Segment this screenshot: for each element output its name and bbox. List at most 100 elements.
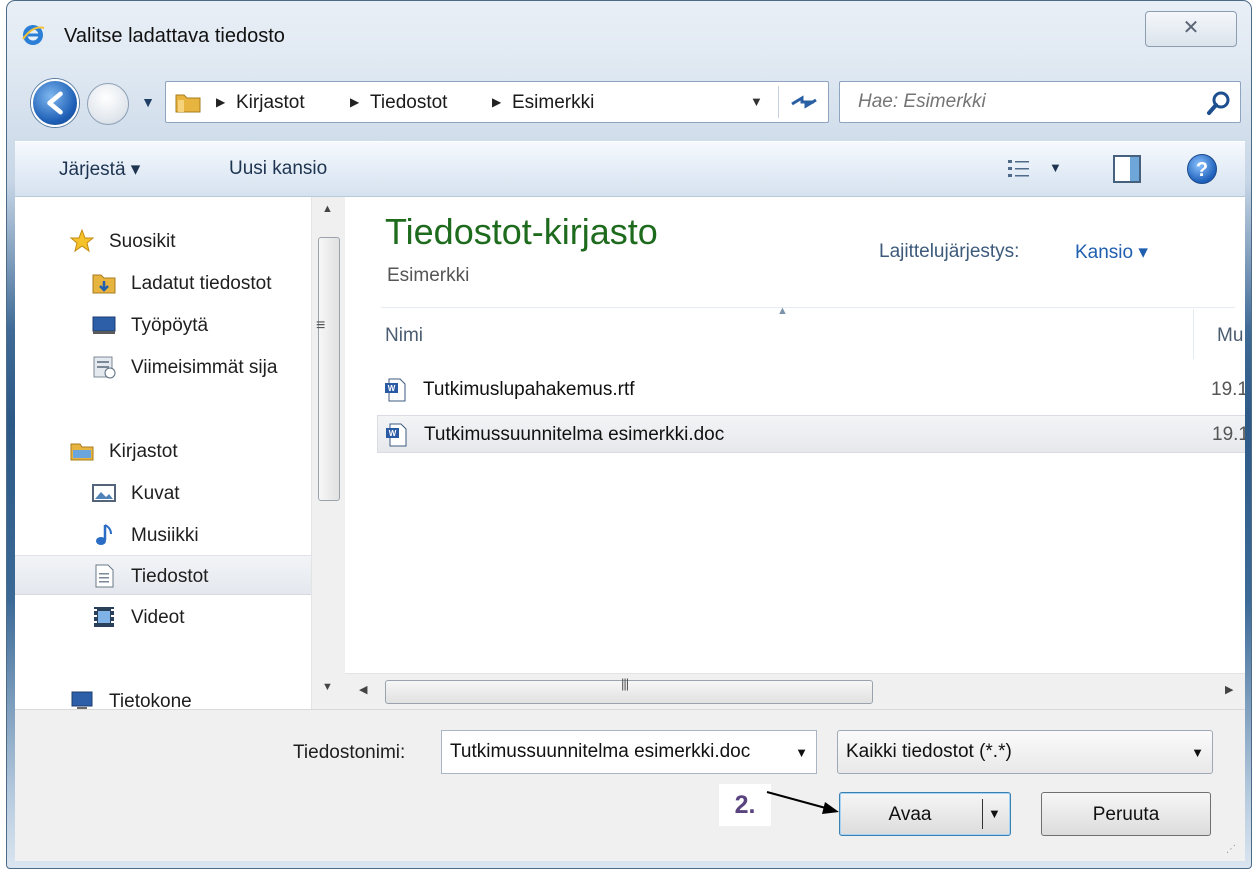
file-date: 19.1 xyxy=(1211,379,1245,400)
scrollbar-grip-icon: ||| xyxy=(621,676,629,691)
music-icon xyxy=(96,524,112,545)
downloads-folder-icon xyxy=(92,274,116,294)
file-name: Tutkimuslupahakemus.rtf xyxy=(423,379,635,400)
view-options-icon[interactable] xyxy=(1005,156,1033,182)
svg-text:W: W xyxy=(388,384,396,393)
filetype-value: Kaikki tiedostot (*.*) xyxy=(846,741,1012,762)
filetype-dropdown-icon[interactable]: ▼ xyxy=(1191,745,1204,760)
cancel-button[interactable]: Peruuta xyxy=(1041,792,1211,836)
folder-icon xyxy=(175,94,201,113)
help-icon[interactable]: ? xyxy=(1187,154,1217,184)
scrollbar-thumb[interactable] xyxy=(385,680,873,704)
file-list-horizontal-scrollbar[interactable]: ◀ ||| ▶ xyxy=(345,673,1245,709)
nav-item-label: Videot xyxy=(131,607,185,628)
open-button-label: Avaa xyxy=(888,804,932,825)
search-box[interactable] xyxy=(839,81,1241,123)
content-area: Suosikit Ladatut tiedostot Työpöytä Viim… xyxy=(15,197,1245,709)
navigation-pane: Suosikit Ladatut tiedostot Työpöytä Viim… xyxy=(15,197,311,709)
arrange-by-dropdown[interactable]: Kansio ▾ xyxy=(1075,241,1148,264)
dialog-footer: Tiedostonimi: ▼ Kaikki tiedostot (*.*) ▼… xyxy=(15,709,1245,861)
desktop-icon xyxy=(92,316,116,334)
address-dropdown-icon[interactable]: ▼ xyxy=(750,94,763,109)
breadcrumb-libraries[interactable]: Kirjastot xyxy=(236,92,305,114)
nav-item-music[interactable]: Musiikki xyxy=(15,515,311,555)
address-bar[interactable]: ▶ Kirjastot ▶ Tiedostot ▶ Esimerkki ▼ xyxy=(165,81,829,123)
nav-item-favorites[interactable]: Suosikit xyxy=(15,221,311,261)
nav-item-downloads[interactable]: Ladatut tiedostot xyxy=(15,263,311,303)
back-button[interactable] xyxy=(31,79,79,127)
nav-item-recent-places[interactable]: Viimeisimmät sija xyxy=(15,347,311,387)
breadcrumb-arrow-icon[interactable]: ▶ xyxy=(216,95,225,109)
file-name: Tutkimussuunnitelma esimerkki.doc xyxy=(424,424,725,445)
file-row[interactable]: W Tutkimuslupahakemus.rtf 19.1 xyxy=(377,371,1245,409)
library-subtitle: Esimerkki xyxy=(387,265,470,286)
breadcrumb-documents[interactable]: Tiedostot xyxy=(370,92,447,114)
nav-item-label: Suosikit xyxy=(109,231,176,252)
nav-item-videos[interactable]: Videot xyxy=(15,597,311,637)
breadcrumb-arrow-icon[interactable]: ▶ xyxy=(492,95,501,109)
command-toolbar: Järjestä ▾ Uusi kansio ▼ ? xyxy=(15,141,1245,197)
file-row-selected[interactable]: W Tutkimussuunnitelma esimerkki.doc 19.1 xyxy=(377,415,1245,453)
column-separator[interactable] xyxy=(1193,309,1194,359)
title-bar: Valitse ladattava tiedosto ✕ xyxy=(7,1,1251,77)
nav-item-label: Tiedostot xyxy=(131,566,209,587)
recent-places-icon xyxy=(93,356,116,379)
open-button[interactable]: Avaa ▼ xyxy=(839,792,1011,836)
open-options-dropdown-icon[interactable]: ▼ xyxy=(988,806,1001,821)
new-folder-button[interactable]: Uusi kansio xyxy=(229,158,327,180)
nav-item-documents[interactable]: Tiedostot xyxy=(15,555,311,595)
nav-item-libraries[interactable]: Kirjastot xyxy=(15,431,311,471)
window-title: Valitse ladattava tiedosto xyxy=(64,25,285,47)
filename-combobox[interactable]: ▼ xyxy=(441,730,817,774)
file-list-pane: Tiedostot-kirjasto Esimerkki Lajittelujä… xyxy=(345,197,1245,709)
nav-item-label: Viimeisimmät sija xyxy=(131,357,278,378)
column-header-divider xyxy=(381,307,1235,308)
address-separator xyxy=(778,86,779,118)
nav-item-label: Musiikki xyxy=(131,525,199,546)
preview-pane-icon[interactable] xyxy=(1113,155,1141,183)
scrollbar-thumb[interactable] xyxy=(318,237,340,501)
open-button-split-divider xyxy=(982,799,983,829)
nav-item-desktop[interactable]: Työpöytä xyxy=(15,305,311,345)
documents-icon xyxy=(95,564,114,588)
resize-grip-icon[interactable]: ⋰ xyxy=(1226,844,1237,855)
sort-ascending-icon: ▲ xyxy=(777,305,788,317)
nav-item-label: Ladatut tiedostot xyxy=(131,273,272,294)
videos-icon xyxy=(94,607,114,627)
breadcrumb-example[interactable]: Esimerkki xyxy=(512,92,594,114)
view-options-dropdown-icon[interactable]: ▼ xyxy=(1049,160,1062,175)
scroll-left-icon[interactable]: ◀ xyxy=(359,683,367,696)
nav-pane-scrollbar[interactable]: ▲ ≡ ▼ xyxy=(311,197,345,709)
refresh-icon[interactable] xyxy=(786,86,822,118)
step-annotation: 2. xyxy=(719,784,771,826)
column-header-date-modified[interactable]: Mu xyxy=(1217,325,1243,347)
search-icon[interactable] xyxy=(1206,90,1232,116)
scroll-up-icon[interactable]: ▲ xyxy=(322,203,333,215)
nav-item-pictures[interactable]: Kuvat xyxy=(15,473,311,513)
scrollbar-grip-icon: ≡ xyxy=(316,317,326,334)
nav-item-computer[interactable]: Tietokone xyxy=(15,681,311,709)
back-arrow-icon xyxy=(47,91,63,115)
filename-dropdown-icon[interactable]: ▼ xyxy=(795,745,808,760)
filename-input[interactable] xyxy=(450,741,770,763)
nav-item-label: Tietokone xyxy=(109,691,192,709)
recent-pages-dropdown-icon[interactable]: ▼ xyxy=(139,91,157,113)
scroll-down-icon[interactable]: ▼ xyxy=(322,681,333,693)
word-document-icon: W xyxy=(385,378,406,402)
pictures-icon xyxy=(92,484,116,502)
computer-icon xyxy=(71,691,93,709)
file-open-dialog: Valitse ladattava tiedosto ✕ ▼ ▶ Kirjast… xyxy=(6,0,1252,869)
search-input[interactable] xyxy=(858,91,1178,113)
organize-menu-button[interactable]: Järjestä ▾ xyxy=(59,158,140,181)
nav-item-label: Kuvat xyxy=(131,483,180,504)
file-date: 19.1 xyxy=(1212,424,1245,445)
cancel-button-label: Peruuta xyxy=(1092,804,1160,825)
forward-button[interactable] xyxy=(87,83,129,125)
close-button[interactable]: ✕ xyxy=(1145,11,1237,47)
library-title: Tiedostot-kirjasto xyxy=(385,211,658,252)
column-header-name[interactable]: Nimi xyxy=(385,325,423,347)
breadcrumb-arrow-icon[interactable]: ▶ xyxy=(350,95,359,109)
word-document-icon: W xyxy=(386,423,407,447)
scroll-right-icon[interactable]: ▶ xyxy=(1225,683,1233,696)
filetype-select[interactable]: Kaikki tiedostot (*.*) ▼ xyxy=(837,730,1213,774)
